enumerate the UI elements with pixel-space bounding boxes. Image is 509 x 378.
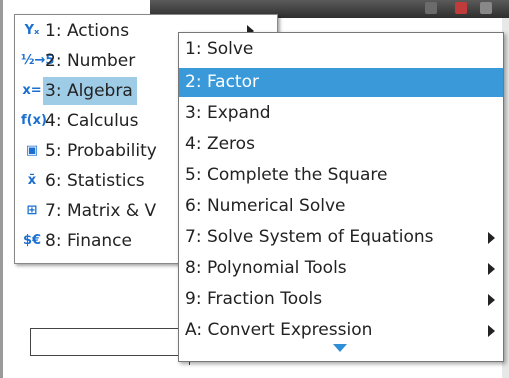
submenu-item-label: 9: Fraction Tools xyxy=(185,289,323,309)
menu-item-label: 4: Calculus xyxy=(45,111,139,131)
number-icon: ½→5 xyxy=(21,53,55,68)
submenu-item-label: 8: Polynomial Tools xyxy=(185,258,347,278)
submenu-arrow-icon xyxy=(488,263,495,275)
submenu-item-complete-the-square[interactable]: 5: Complete the Square xyxy=(179,161,503,190)
submenu-item-numerical-solve[interactable]: 6: Numerical Solve xyxy=(179,192,503,221)
menu-item-label: 5: Probability xyxy=(45,141,157,161)
submenu-item-fraction-tools[interactable]: 9: Fraction Tools xyxy=(179,285,503,314)
toolbar-close-icon xyxy=(455,2,467,14)
menu-item-label: 2: Number xyxy=(45,51,136,71)
menu-item-label: 1: Actions xyxy=(45,21,130,41)
submenu-item-label: 4: Zeros xyxy=(185,134,255,154)
submenu-item-polynomial-tools[interactable]: 8: Polynomial Tools xyxy=(179,254,503,283)
submenu-item-factor[interactable]: 2: Factor xyxy=(179,68,503,97)
menu-item-label: 3: Algebra xyxy=(43,77,137,105)
submenu-item-label: 5: Complete the Square xyxy=(185,165,388,185)
actions-icon: Yₓ xyxy=(24,23,40,38)
submenu-item-expand[interactable]: 3: Expand xyxy=(179,99,503,128)
submenu-item-convert-expression[interactable]: A: Convert Expression xyxy=(179,316,503,345)
algebra-icon: x= xyxy=(22,83,42,98)
matrix-icon: ⊞ xyxy=(26,203,38,218)
calculus-icon: f(x) xyxy=(21,113,47,128)
submenu-item-label: A: Convert Expression xyxy=(185,320,373,340)
toolbar-icon xyxy=(480,2,492,14)
submenu-item-label: 7: Solve System of Equations xyxy=(185,227,434,247)
submenu-item-label: 6: Numerical Solve xyxy=(185,196,346,216)
toolbar-icon xyxy=(425,2,437,14)
submenu-item-label: 2: Factor xyxy=(185,72,259,92)
submenu-arrow-icon xyxy=(488,294,495,306)
menu-item-label: 8: Finance xyxy=(45,231,132,251)
entry-line-input[interactable] xyxy=(30,328,192,356)
submenu-arrow-icon xyxy=(488,232,495,244)
submenu-item-label: 1: Solve xyxy=(185,39,254,59)
probability-icon: ▣ xyxy=(25,143,39,158)
submenu-arrow-icon xyxy=(488,325,495,337)
scroll-down-icon[interactable] xyxy=(333,344,347,352)
submenu-item-zeros[interactable]: 4: Zeros xyxy=(179,130,503,159)
document-frame-left xyxy=(0,0,3,378)
submenu-item-solve-system[interactable]: 7: Solve System of Equations xyxy=(179,223,503,252)
submenu-item-solve[interactable]: 1: Solve xyxy=(179,35,503,64)
menu-item-label: 6: Statistics xyxy=(45,171,145,191)
statistics-icon: x̄ xyxy=(27,173,37,188)
algebra-submenu: 1: Solve 2: Factor 3: Expand 4: Zeros 5:… xyxy=(178,32,504,362)
submenu-item-label: 3: Expand xyxy=(185,103,271,123)
menu-item-label: 7: Matrix & V xyxy=(45,201,157,221)
finance-icon: $€ xyxy=(22,233,42,248)
